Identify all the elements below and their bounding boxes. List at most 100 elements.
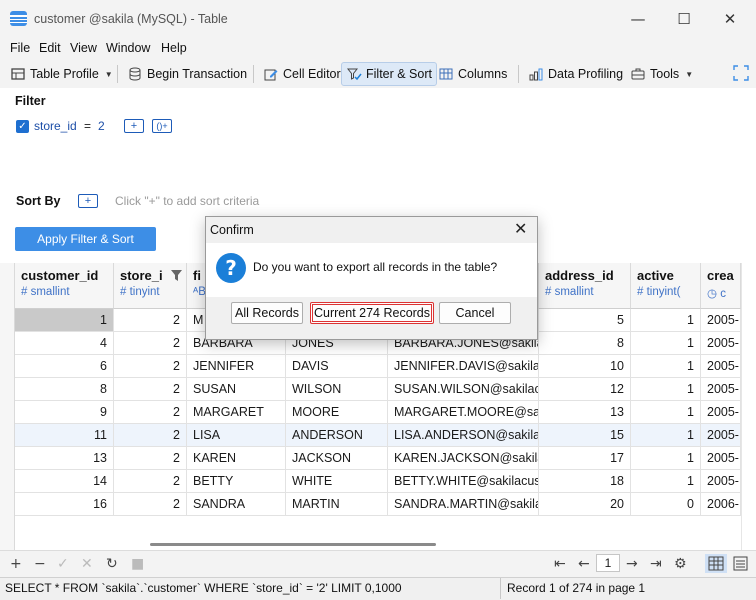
- table-cell[interactable]: JENNIFER: [187, 355, 286, 378]
- table-cell[interactable]: 2005-: [701, 332, 741, 355]
- table-cell[interactable]: SANDRA.MARTIN@sakila: [388, 493, 539, 516]
- table-cell[interactable]: MARGARET: [187, 401, 286, 424]
- filter-checkbox[interactable]: ✓: [16, 120, 29, 133]
- table-cell[interactable]: SUSAN: [187, 378, 286, 401]
- menu-file[interactable]: File: [10, 41, 30, 55]
- table-cell[interactable]: 2: [114, 447, 187, 470]
- last-page-icon[interactable]: ⇥: [650, 556, 662, 572]
- form-view-icon[interactable]: [733, 556, 748, 571]
- table-cell[interactable]: 2: [114, 493, 187, 516]
- table-cell[interactable]: 1: [631, 447, 701, 470]
- table-cell[interactable]: SUSAN.WILSON@sakilac: [388, 378, 539, 401]
- table-cell[interactable]: 9: [15, 401, 114, 424]
- table-cell[interactable]: 8: [539, 332, 631, 355]
- table-cell[interactable]: JACKSON: [286, 447, 388, 470]
- first-page-icon[interactable]: ⇤: [554, 556, 566, 572]
- table-cell[interactable]: MARTIN: [286, 493, 388, 516]
- table-cell[interactable]: 2005-: [701, 470, 741, 493]
- data-profiling-button[interactable]: Data Profiling: [524, 62, 627, 86]
- columns-button[interactable]: Columns: [434, 62, 511, 86]
- grid-view-icon[interactable]: [705, 554, 727, 573]
- table-cell[interactable]: 1: [631, 332, 701, 355]
- table-cell[interactable]: 20: [539, 493, 631, 516]
- table-cell[interactable]: 16: [15, 493, 114, 516]
- table-cell[interactable]: 1: [15, 309, 114, 332]
- menu-view[interactable]: View: [70, 41, 97, 55]
- table-cell[interactable]: 2: [114, 424, 187, 447]
- table-cell[interactable]: 13: [539, 401, 631, 424]
- menu-edit[interactable]: Edit: [39, 41, 61, 55]
- apply-filter-sort-button[interactable]: Apply Filter & Sort: [15, 227, 156, 251]
- table-cell[interactable]: 1: [631, 424, 701, 447]
- table-cell[interactable]: 1: [631, 309, 701, 332]
- page-number-input[interactable]: 1: [596, 554, 620, 572]
- table-cell[interactable]: WILSON: [286, 378, 388, 401]
- table-cell[interactable]: 18: [539, 470, 631, 493]
- menu-window[interactable]: Window: [106, 41, 150, 55]
- previous-page-icon[interactable]: ←: [578, 556, 590, 572]
- filter-sort-button[interactable]: Filter & Sort: [341, 62, 437, 86]
- table-cell[interactable]: KAREN.JACKSON@sakila: [388, 447, 539, 470]
- minimize-button[interactable]: —: [615, 6, 661, 32]
- table-cell[interactable]: 6: [15, 355, 114, 378]
- table-cell[interactable]: 8: [15, 378, 114, 401]
- table-cell[interactable]: 1: [631, 355, 701, 378]
- table-cell[interactable]: 13: [15, 447, 114, 470]
- table-cell[interactable]: 2006-: [701, 493, 741, 516]
- table-cell[interactable]: 2: [114, 355, 187, 378]
- table-cell[interactable]: 2: [114, 378, 187, 401]
- begin-transaction-button[interactable]: Begin Transaction: [123, 62, 251, 86]
- table-cell[interactable]: WHITE: [286, 470, 388, 493]
- filter-operator[interactable]: =: [84, 119, 91, 133]
- column-header[interactable]: address_id # smallint: [539, 263, 631, 309]
- table-cell[interactable]: 2005-: [701, 447, 741, 470]
- table-cell[interactable]: 17: [539, 447, 631, 470]
- table-cell[interactable]: 5: [539, 309, 631, 332]
- table-cell[interactable]: 2005-: [701, 378, 741, 401]
- table-cell[interactable]: 2: [114, 332, 187, 355]
- refresh-icon[interactable]: ↻: [106, 556, 118, 572]
- table-cell[interactable]: 14: [15, 470, 114, 493]
- next-page-icon[interactable]: →: [626, 556, 638, 572]
- add-sort-button[interactable]: +: [78, 194, 98, 208]
- table-cell[interactable]: 1: [631, 470, 701, 493]
- add-filter-button[interactable]: +: [124, 119, 144, 133]
- gear-icon[interactable]: ⚙: [674, 556, 687, 572]
- cancel-button[interactable]: Cancel: [439, 302, 511, 324]
- table-cell[interactable]: 0: [631, 493, 701, 516]
- table-cell[interactable]: 10: [539, 355, 631, 378]
- vertical-scrollbar[interactable]: [741, 263, 756, 550]
- table-cell[interactable]: SANDRA: [187, 493, 286, 516]
- column-header[interactable]: crea ◷ c: [701, 263, 741, 309]
- table-cell[interactable]: KAREN: [187, 447, 286, 470]
- column-header[interactable]: customer_id # smallint: [15, 263, 114, 309]
- table-cell[interactable]: MARGARET.MOORE@sa: [388, 401, 539, 424]
- table-cell[interactable]: 15: [539, 424, 631, 447]
- table-cell[interactable]: LISA: [187, 424, 286, 447]
- delete-record-icon[interactable]: −: [34, 556, 46, 572]
- filter-field[interactable]: store_id: [34, 119, 77, 133]
- column-header[interactable]: active # tinyint(: [631, 263, 701, 309]
- filter-value[interactable]: 2: [98, 119, 105, 133]
- cell-editor-button[interactable]: Cell Editor: [259, 62, 345, 86]
- table-cell[interactable]: LISA.ANDERSON@sakila: [388, 424, 539, 447]
- table-cell[interactable]: 4: [15, 332, 114, 355]
- table-profile-button[interactable]: Table Profile ▼: [6, 62, 117, 86]
- table-cell[interactable]: 2: [114, 470, 187, 493]
- horizontal-scrollbar[interactable]: [150, 543, 436, 546]
- menu-help[interactable]: Help: [161, 41, 187, 55]
- add-record-icon[interactable]: +: [10, 556, 22, 572]
- add-group-button[interactable]: ()+: [152, 119, 172, 133]
- table-cell[interactable]: 1: [631, 401, 701, 424]
- table-cell[interactable]: 11: [15, 424, 114, 447]
- table-cell[interactable]: ANDERSON: [286, 424, 388, 447]
- table-cell[interactable]: 2005-: [701, 355, 741, 378]
- table-cell[interactable]: 1: [631, 378, 701, 401]
- all-records-button[interactable]: All Records: [231, 302, 303, 324]
- table-cell[interactable]: 2: [114, 309, 187, 332]
- table-cell[interactable]: BETTY.WHITE@sakilacust: [388, 470, 539, 493]
- table-cell[interactable]: MOORE: [286, 401, 388, 424]
- table-cell[interactable]: BETTY: [187, 470, 286, 493]
- table-cell[interactable]: 2005-: [701, 401, 741, 424]
- current-records-button[interactable]: Current 274 Records: [310, 302, 434, 324]
